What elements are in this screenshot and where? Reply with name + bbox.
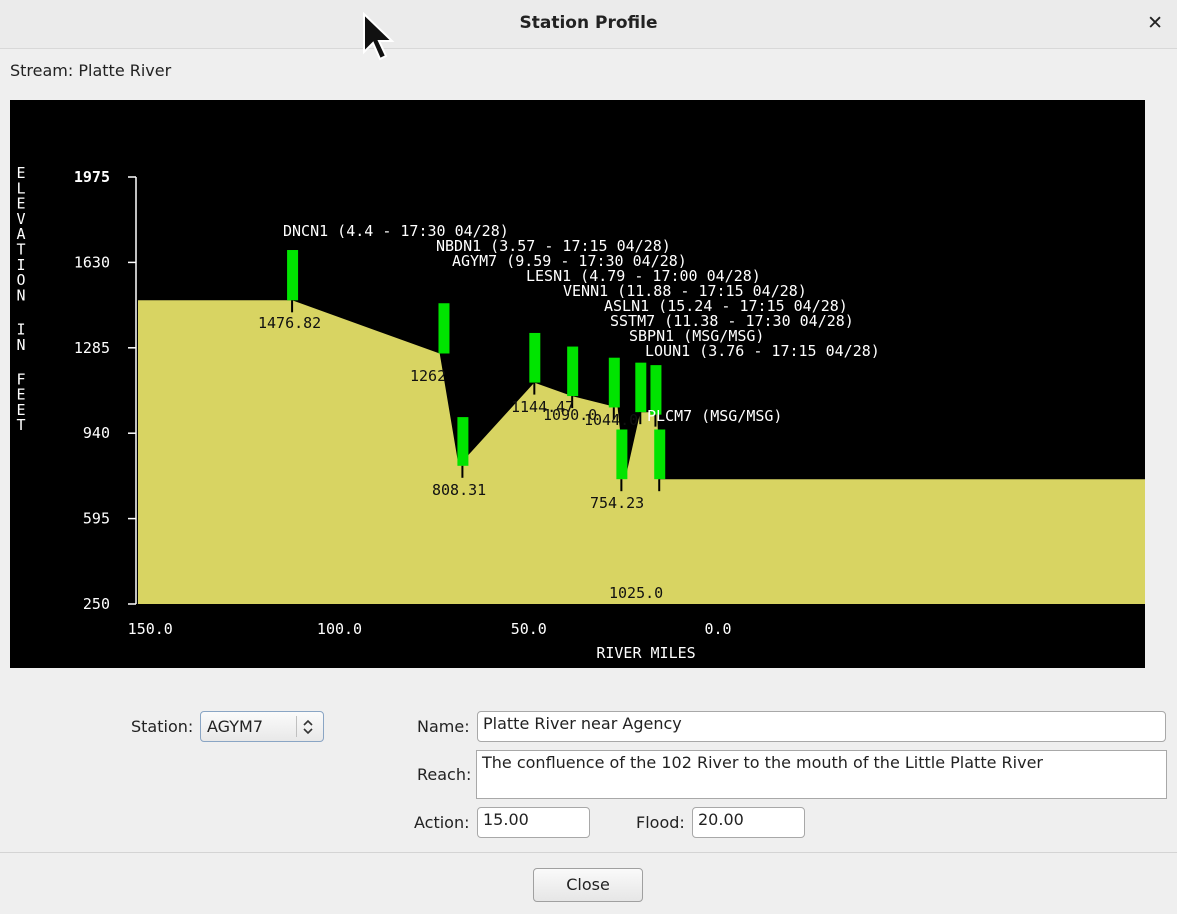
x-tick-label: 100.0 [317, 620, 362, 638]
y-tick-label: 1630 [74, 253, 110, 271]
value-label-sstm7: 754.23 [590, 494, 644, 512]
title-bar: Station Profile ✕ [0, 0, 1177, 49]
close-button[interactable]: Close [533, 868, 643, 902]
station-label-plcm7: PLCM7 (MSG/MSG) [647, 407, 782, 425]
flood-label: Flood: [636, 813, 685, 832]
x-tick-label: 50.0 [511, 620, 547, 638]
stream-label: Stream: Platte River [10, 61, 172, 80]
station-marker-venn1 [567, 346, 579, 397]
station-marker-asln1 [608, 357, 620, 408]
action-field[interactable]: 15.00 [477, 807, 590, 838]
value-label-dncn1: 1476.82 [258, 314, 321, 332]
value-label-asln1: 1044.0 [584, 411, 638, 429]
value-label-nbdn1: 1262 [410, 367, 446, 385]
y-tick-label: 595 [83, 510, 110, 528]
station-select[interactable]: AGYM7 [200, 711, 324, 742]
action-label: Action: [414, 813, 470, 832]
value-label-plcm7: 1025.0 [609, 584, 663, 602]
name-label: Name: [417, 717, 470, 736]
value-label-agym7: 808.31 [432, 481, 486, 499]
profile-area [138, 300, 1145, 604]
station-marker-sstm7 [616, 429, 628, 480]
y-tick-label: 1975 [74, 168, 110, 186]
select-divider [296, 716, 297, 737]
y-axis-title-letter: N [16, 286, 25, 304]
divider [0, 852, 1177, 853]
window-title: Station Profile [519, 13, 658, 33]
y-tick-label: 940 [83, 424, 110, 442]
y-axis-title-letter: T [16, 416, 25, 434]
y-axis-title-letter: N [16, 336, 25, 354]
mouse-cursor-icon [363, 12, 395, 61]
x-axis-title: RIVER MILES [596, 644, 695, 662]
x-tick-label: 150.0 [128, 620, 173, 638]
close-icon[interactable]: ✕ [1147, 12, 1163, 34]
station-marker-nbdn1 [438, 303, 450, 354]
station-select-value: AGYM7 [207, 717, 264, 736]
station-marker-lesn1 [529, 332, 541, 383]
y-tick-label: 250 [83, 595, 110, 613]
station-marker-sbpn1 [635, 362, 647, 413]
chevron-up-down-icon [303, 719, 313, 735]
reach-textarea[interactable]: The confluence of the 102 River to the m… [476, 750, 1167, 799]
elevation-profile-chart: 1975 1630 1285 940 595 250 150.0 100.0 50.0 0.0 RI… [10, 100, 1145, 668]
station-label: Station: [131, 717, 194, 736]
station-label-loun1: LOUN1 (3.76 - 17:15 04/28) [645, 342, 880, 360]
station-marker-plcm7 [654, 429, 666, 480]
station-marker-agym7 [457, 417, 469, 466]
flood-field[interactable]: 20.00 [692, 807, 805, 838]
name-field[interactable]: Platte River near Agency [477, 711, 1166, 742]
reach-label: Reach: [417, 765, 472, 784]
station-marker-dncn1 [287, 250, 299, 301]
y-tick-label: 1285 [74, 339, 110, 357]
x-tick-label: 0.0 [704, 620, 731, 638]
